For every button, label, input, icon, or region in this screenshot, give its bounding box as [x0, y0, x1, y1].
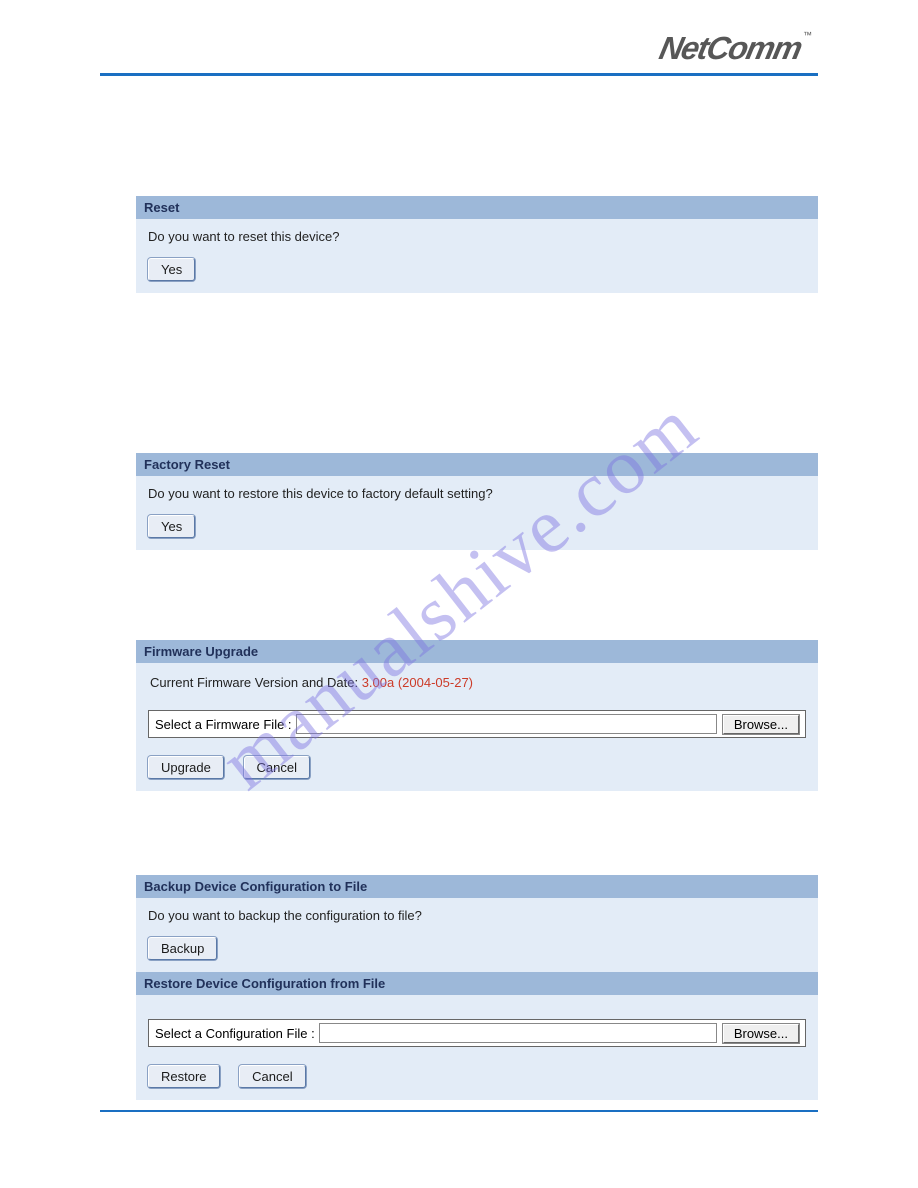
logo-wrap: NetComm™	[100, 30, 818, 67]
firmware-file-input[interactable]	[296, 714, 717, 734]
backup-question: Do you want to backup the configuration …	[148, 908, 808, 923]
restore-cancel-button[interactable]: Cancel	[239, 1065, 305, 1088]
reset-yes-button[interactable]: Yes	[148, 258, 195, 281]
firmware-cancel-button[interactable]: Cancel	[244, 756, 310, 779]
restore-file-input[interactable]	[319, 1023, 717, 1043]
factory-reset-title: Factory Reset	[136, 453, 818, 476]
factory-reset-yes-button[interactable]: Yes	[148, 515, 195, 538]
firmware-button-row: Upgrade Cancel	[146, 756, 808, 779]
restore-file-row: Select a Configuration File : Browse...	[148, 1019, 806, 1047]
brand-logo: NetComm	[656, 30, 804, 67]
reset-title: Reset	[136, 196, 818, 219]
factory-reset-question: Do you want to restore this device to fa…	[148, 486, 808, 501]
firmware-version-value: 3.00a (2004-05-27)	[362, 675, 473, 690]
firmware-upgrade-button[interactable]: Upgrade	[148, 756, 224, 779]
restore-panel: Restore Device Configuration from File S…	[136, 972, 818, 1100]
restore-file-label: Select a Configuration File :	[155, 1026, 315, 1041]
backup-button[interactable]: Backup	[148, 937, 217, 960]
page-header: NetComm™	[0, 0, 918, 76]
spacer	[136, 550, 818, 640]
spacer	[136, 791, 818, 875]
firmware-file-label: Select a Firmware File :	[155, 717, 292, 732]
factory-reset-panel: Factory Reset Do you want to restore thi…	[136, 453, 818, 550]
restore-button[interactable]: Restore	[148, 1065, 220, 1088]
reset-body: Do you want to reset this device? Yes	[136, 219, 818, 293]
page: manualshive.com NetComm™ Reset Do you wa…	[0, 0, 918, 1188]
firmware-upgrade-title: Firmware Upgrade	[136, 640, 818, 663]
firmware-file-row: Select a Firmware File : Browse...	[148, 710, 806, 738]
restore-body: Select a Configuration File : Browse... …	[136, 995, 818, 1100]
backup-body: Do you want to backup the configuration …	[136, 898, 818, 972]
spacer	[136, 293, 818, 453]
firmware-version-row: Current Firmware Version and Date: 3.00a…	[150, 675, 804, 690]
firmware-version-label: Current Firmware Version and Date:	[150, 675, 362, 690]
restore-button-row: Restore Cancel	[146, 1065, 808, 1088]
footer-divider	[100, 1110, 818, 1112]
reset-panel: Reset Do you want to reset this device? …	[136, 196, 818, 293]
firmware-upgrade-panel: Firmware Upgrade Current Firmware Versio…	[136, 640, 818, 791]
firmware-browse-button[interactable]: Browse...	[723, 715, 799, 734]
backup-title: Backup Device Configuration to File	[136, 875, 818, 898]
firmware-upgrade-body: Current Firmware Version and Date: 3.00a…	[136, 663, 818, 791]
restore-browse-button[interactable]: Browse...	[723, 1024, 799, 1043]
restore-title: Restore Device Configuration from File	[136, 972, 818, 995]
reset-question: Do you want to reset this device?	[148, 229, 808, 244]
backup-panel: Backup Device Configuration to File Do y…	[136, 875, 818, 972]
factory-reset-body: Do you want to restore this device to fa…	[136, 476, 818, 550]
content-area: Reset Do you want to reset this device? …	[0, 76, 918, 1100]
